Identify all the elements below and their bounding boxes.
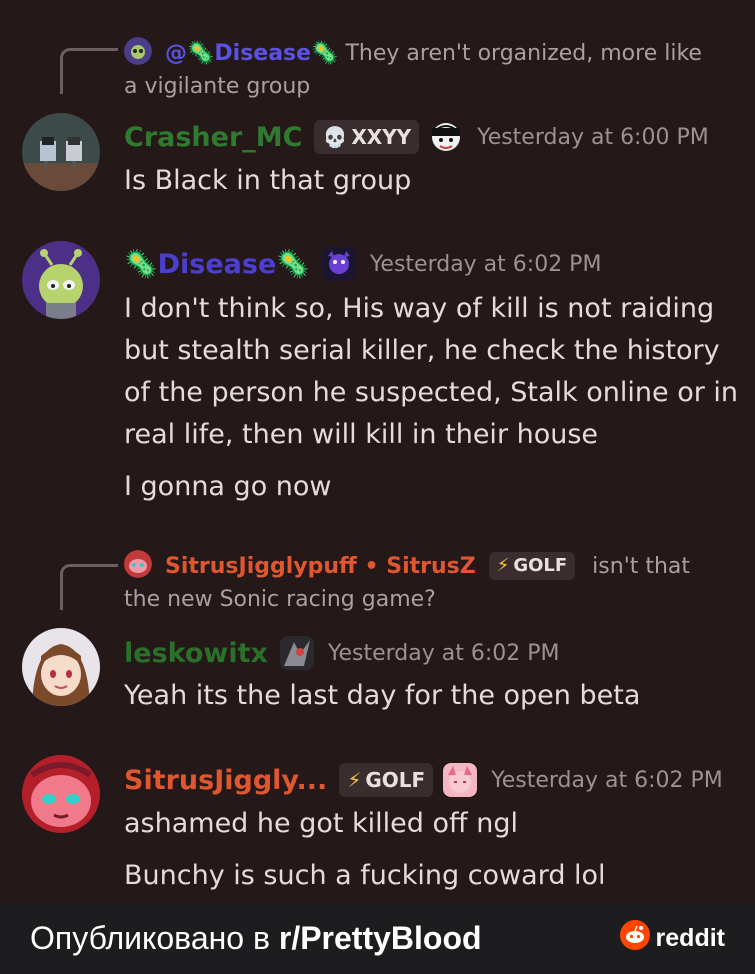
badge-icon[interactable] <box>443 763 478 797</box>
badge-icon[interactable] <box>429 120 463 154</box>
message-line: I gonna go now <box>124 471 332 502</box>
guild-tag[interactable]: ⚡ GOLF <box>339 763 434 797</box>
reply-avatar <box>124 37 152 65</box>
reply-preview[interactable]: @🦠Disease🦠 They aren't organized, more l… <box>124 37 715 103</box>
reply-preview[interactable]: SitrusJigglypuff • SitrusZ ⚡ GOLF isn't … <box>124 550 715 616</box>
message-line: ashamed he got killed off ngl <box>124 808 518 839</box>
reddit-alien-icon <box>619 919 650 957</box>
message-line: I don't think so, His way of kill is not… <box>124 293 739 450</box>
message-content: Yeah its the last day for the open beta <box>124 675 739 717</box>
timestamp: Yesterday at 6:02 PM <box>491 767 723 793</box>
reply-author[interactable]: @🦠Disease🦠 <box>165 41 338 66</box>
reply-author[interactable]: SitrusJigglypuff • SitrusZ <box>165 554 476 579</box>
badge-icon[interactable] <box>279 636 314 670</box>
published-prefix: Опубликовано в <box>30 919 279 956</box>
username[interactable]: Crasher_MC <box>124 122 302 153</box>
skull-icon: 💀 <box>322 125 348 149</box>
avatar[interactable] <box>22 755 100 833</box>
reddit-footer: Опубликовано в r/PrettyBlood reddit <box>0 902 755 974</box>
message-line: Yeah its the last day for the open beta <box>124 680 641 711</box>
reply-connector <box>60 48 118 94</box>
published-caption: Опубликовано в r/PrettyBlood <box>30 920 482 957</box>
avatar[interactable] <box>22 113 100 191</box>
timestamp: Yesterday at 6:02 PM <box>369 251 602 277</box>
message-content: I don't think so, His way of kill is not… <box>124 288 739 508</box>
message-line: Bunchy is such a fucking coward lol <box>124 860 606 891</box>
guild-tag-label: GOLF <box>365 768 426 792</box>
subreddit-link[interactable]: r/PrettyBlood <box>279 920 482 956</box>
reply-connector <box>60 564 118 610</box>
badge-icon[interactable] <box>321 247 356 281</box>
lightning-icon: ⚡ <box>496 555 510 576</box>
avatar[interactable] <box>22 628 100 706</box>
message-content: ashamed he got killed off ngl Bunchy is … <box>124 803 739 897</box>
reddit-logo[interactable]: reddit <box>619 919 725 957</box>
guild-tag-label: XXYY <box>351 125 412 149</box>
guild-tag[interactable]: 💀 XXYY <box>314 120 420 154</box>
message-line: Is Black in that group <box>124 165 412 196</box>
lightning-icon: ⚡ <box>347 768 362 792</box>
username[interactable]: leskowitx <box>124 638 268 669</box>
timestamp: Yesterday at 6:00 PM <box>477 124 709 150</box>
guild-tag-label: GOLF <box>513 555 568 576</box>
username[interactable]: 🦠Disease🦠 <box>124 248 310 280</box>
timestamp: Yesterday at 6:02 PM <box>327 640 560 666</box>
reply-guild-tag[interactable]: ⚡ GOLF <box>488 551 576 580</box>
username[interactable]: SitrusJiggly... <box>124 765 327 796</box>
reply-avatar <box>124 550 152 578</box>
reddit-wordmark: reddit <box>655 923 725 952</box>
message-content: Is Black in that group <box>124 160 739 202</box>
avatar[interactable] <box>22 241 100 319</box>
